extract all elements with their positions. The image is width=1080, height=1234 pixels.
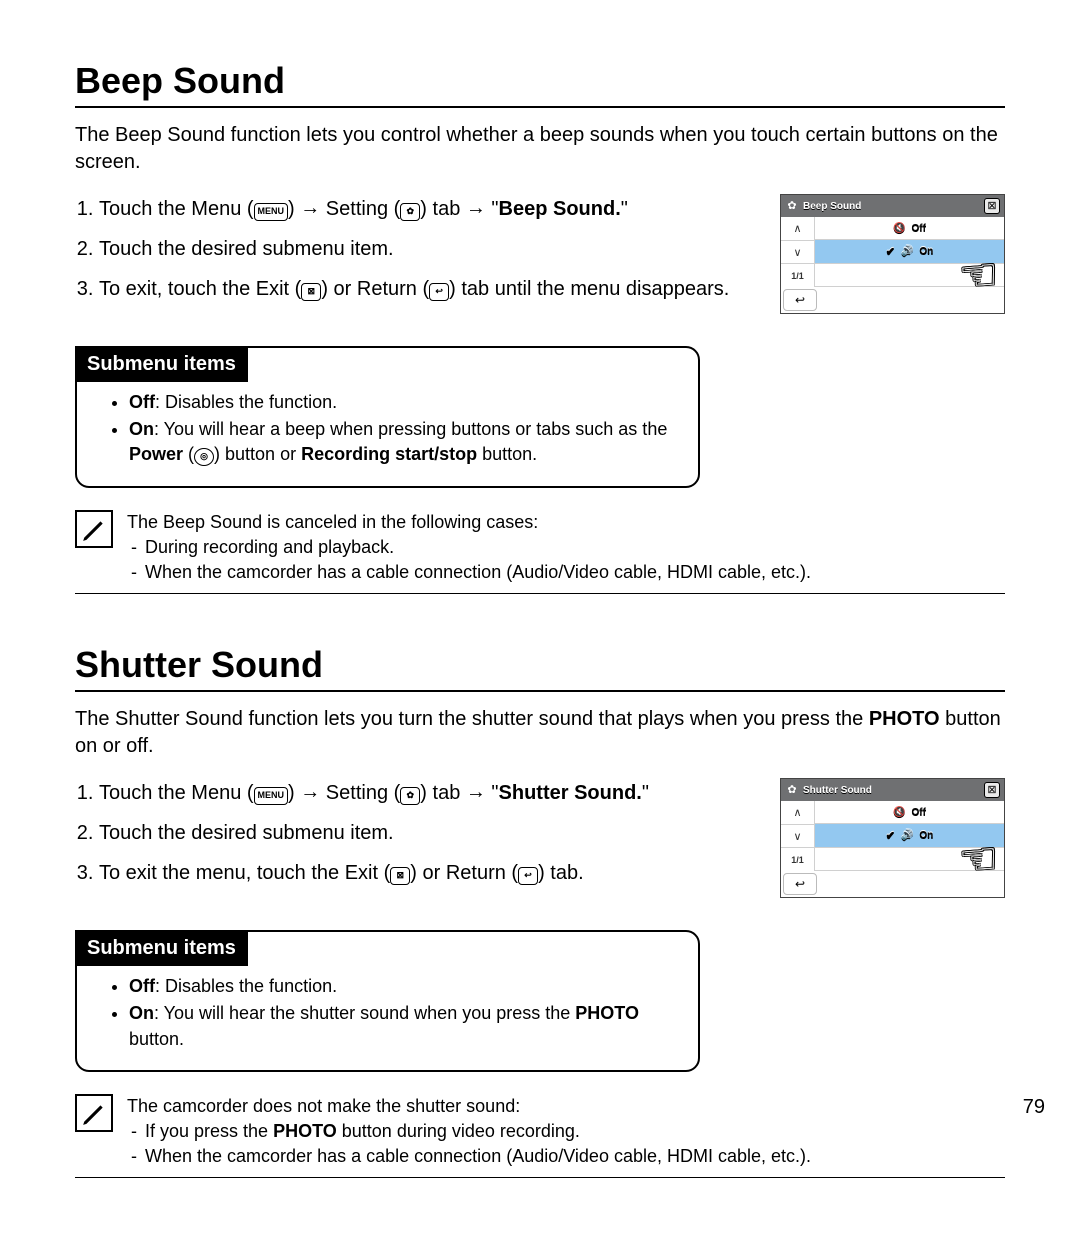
return-icon: ↩ bbox=[518, 867, 538, 885]
note-icon bbox=[75, 1094, 113, 1132]
gear-icon: ✿ bbox=[785, 199, 799, 213]
arrow-icon: → bbox=[300, 777, 320, 807]
arrow-icon: → bbox=[466, 777, 486, 807]
list-item-on: ✔ 🔊 On bbox=[815, 824, 1004, 847]
return-icon: ↩ bbox=[429, 283, 449, 301]
menu-icon: MENU bbox=[254, 787, 289, 805]
gear-icon: ✿ bbox=[400, 787, 420, 805]
note-icon bbox=[75, 510, 113, 548]
close-icon: ⊠ bbox=[301, 283, 321, 301]
up-arrow-icon: ∧ bbox=[781, 217, 814, 241]
return-icon: ↩ bbox=[783, 289, 817, 311]
check-icon: ✔ bbox=[886, 829, 895, 842]
note-lead: The Beep Sound is canceled in the follow… bbox=[127, 510, 811, 535]
submenu-item-on: On: You will hear a beep when pressing b… bbox=[129, 417, 676, 467]
arrow-icon: → bbox=[300, 193, 320, 223]
gear-icon: ✿ bbox=[785, 783, 799, 797]
close-icon: ⊠ bbox=[984, 782, 1000, 798]
page-indicator: 1/1 bbox=[781, 848, 814, 871]
step-2: Touch the desired submenu item. bbox=[99, 234, 750, 264]
sound-off-icon: 🔇 bbox=[893, 223, 905, 234]
gear-icon: ✿ bbox=[400, 203, 420, 221]
list-item-off: 🔇 Off bbox=[815, 801, 1004, 824]
section-title-shutter-sound: Shutter Sound bbox=[75, 644, 1005, 692]
step-3: To exit the menu, touch the Exit (⊠) or … bbox=[99, 858, 750, 888]
submenu-box: Submenu items Off: Disables the function… bbox=[75, 346, 700, 488]
sound-on-icon: 🔊 bbox=[901, 830, 913, 841]
screen-mock-beep: ✿ Beep Sound ⊠ ∧ ∨ 1/1 🔇 Off ✔ 🔊 On bbox=[780, 194, 1005, 314]
sound-on-icon: 🔊 bbox=[901, 246, 913, 257]
step-1: Touch the Menu (MENU) → Setting (✿) tab … bbox=[99, 778, 750, 808]
submenu-label: Submenu items bbox=[75, 930, 248, 966]
screen-mock-shutter: ✿ Shutter Sound ⊠ ∧ ∨ 1/1 🔇 Off ✔ 🔊 On bbox=[780, 778, 1005, 898]
return-icon: ↩ bbox=[783, 873, 817, 895]
submenu-label: Submenu items bbox=[75, 346, 248, 382]
screen-title-label: Beep Sound bbox=[799, 201, 984, 212]
note-item: When the camcorder has a cable connectio… bbox=[127, 560, 811, 585]
step-1: Touch the Menu (MENU) → Setting (✿) tab … bbox=[99, 194, 750, 224]
check-icon: ✔ bbox=[886, 245, 895, 258]
page-number: 79 bbox=[1023, 1096, 1045, 1119]
note-box: The camcorder does not make the shutter … bbox=[75, 1094, 1005, 1179]
submenu-item-off: Off: Disables the function. bbox=[129, 390, 676, 415]
close-icon: ⊠ bbox=[390, 867, 410, 885]
step-2: Touch the desired submenu item. bbox=[99, 818, 750, 848]
page-indicator: 1/1 bbox=[781, 264, 814, 287]
steps-list: Touch the Menu (MENU) → Setting (✿) tab … bbox=[75, 194, 750, 314]
intro-text: The Beep Sound function lets you control… bbox=[75, 122, 1005, 176]
close-icon: ⊠ bbox=[984, 198, 1000, 214]
arrow-icon: → bbox=[466, 193, 486, 223]
down-arrow-icon: ∨ bbox=[781, 241, 814, 265]
submenu-item-on: On: You will hear the shutter sound when… bbox=[129, 1001, 676, 1051]
list-item-empty bbox=[815, 848, 1004, 871]
steps-list: Touch the Menu (MENU) → Setting (✿) tab … bbox=[75, 778, 750, 898]
note-lead: The camcorder does not make the shutter … bbox=[127, 1094, 811, 1119]
submenu-box: Submenu items Off: Disables the function… bbox=[75, 930, 700, 1072]
section-title-beep-sound: Beep Sound bbox=[75, 60, 1005, 108]
up-arrow-icon: ∧ bbox=[781, 801, 814, 825]
list-item-on: ✔ 🔊 On bbox=[815, 240, 1004, 263]
list-item-empty bbox=[815, 264, 1004, 287]
submenu-item-off: Off: Disables the function. bbox=[129, 974, 676, 999]
menu-icon: MENU bbox=[254, 203, 289, 221]
note-item: If you press the PHOTO button during vid… bbox=[127, 1119, 811, 1144]
intro-text: The Shutter Sound function lets you turn… bbox=[75, 706, 1005, 760]
sound-off-icon: 🔇 bbox=[893, 807, 905, 818]
note-box: The Beep Sound is canceled in the follow… bbox=[75, 510, 1005, 595]
screen-title-label: Shutter Sound bbox=[799, 785, 984, 796]
down-arrow-icon: ∨ bbox=[781, 825, 814, 849]
power-icon: ◎ bbox=[194, 448, 214, 466]
list-item-off: 🔇 Off bbox=[815, 217, 1004, 240]
note-item: When the camcorder has a cable connectio… bbox=[127, 1144, 811, 1169]
note-item: During recording and playback. bbox=[127, 535, 811, 560]
step-3: To exit, touch the Exit (⊠) or Return (↩… bbox=[99, 274, 750, 304]
